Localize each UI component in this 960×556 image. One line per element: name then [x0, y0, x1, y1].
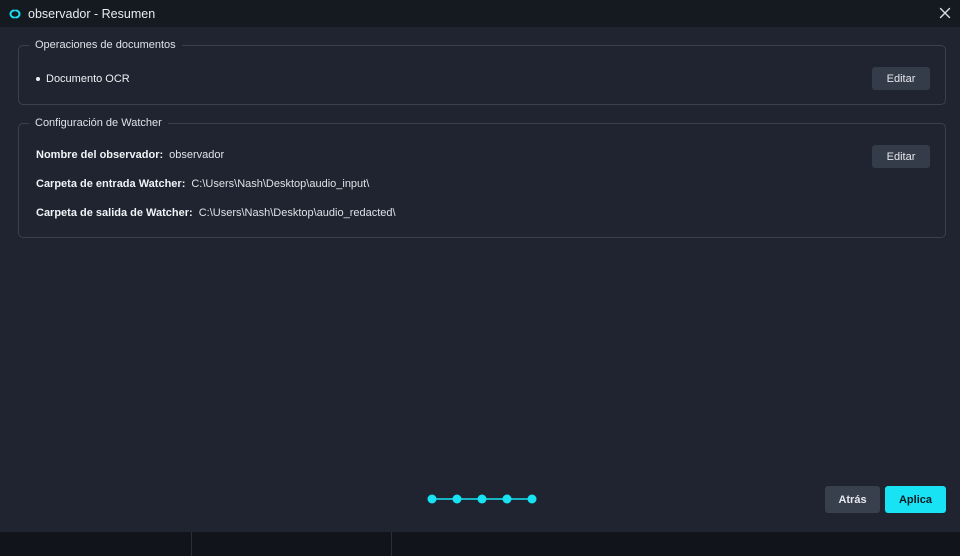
stepper-dot: [502, 494, 512, 504]
status-segment: [0, 532, 192, 556]
output-folder-label: Carpeta de salida de Watcher:: [36, 207, 193, 219]
watcher-input-folder-row: Carpeta de entrada Watcher: C:\Users\Nas…: [36, 178, 369, 190]
apply-button[interactable]: Aplica: [885, 486, 946, 513]
status-segment: [192, 532, 392, 556]
window-title: observador - Resumen: [28, 6, 156, 21]
step-progress-indicator: [427, 494, 537, 504]
input-folder-label: Carpeta de entrada Watcher:: [36, 178, 186, 190]
edit-watcher-button[interactable]: Editar: [872, 145, 930, 168]
stepper-dot: [452, 494, 462, 504]
document-operations-group: Operaciones de documentos Documento OCR …: [18, 39, 946, 105]
watcher-output-folder-row: Carpeta de salida de Watcher: C:\Users\N…: [36, 207, 396, 219]
bullet-icon: [36, 77, 40, 81]
watcher-name-value: observador: [169, 149, 225, 161]
input-folder-value: C:\Users\Nash\Desktop\audio_input\: [191, 178, 370, 190]
title-bar: observador - Resumen: [0, 0, 960, 27]
document-operations-legend: Operaciones de documentos: [35, 39, 176, 51]
watcher-name-label: Nombre del observador:: [36, 149, 164, 161]
list-item: Documento OCR: [36, 73, 130, 85]
stepper-dot: [477, 494, 487, 504]
watcher-config-legend: Configuración de Watcher: [35, 117, 162, 129]
stepper-dot: [427, 494, 437, 504]
watcher-name-row: Nombre del observador: observador: [36, 149, 224, 161]
close-icon[interactable]: [936, 4, 954, 22]
stepper-dot: [527, 494, 537, 504]
app-logo-icon: [7, 7, 23, 21]
edit-document-ops-button[interactable]: Editar: [872, 67, 930, 90]
back-button[interactable]: Atrás: [825, 486, 880, 513]
summary-panel: Operaciones de documentos Documento OCR …: [0, 27, 960, 532]
status-bar: [0, 532, 960, 556]
document-op-label: Documento OCR: [46, 73, 130, 85]
output-folder-value: C:\Users\Nash\Desktop\audio_redacted\: [198, 207, 396, 219]
watcher-config-group: Configuración de Watcher Nombre del obse…: [18, 117, 946, 238]
